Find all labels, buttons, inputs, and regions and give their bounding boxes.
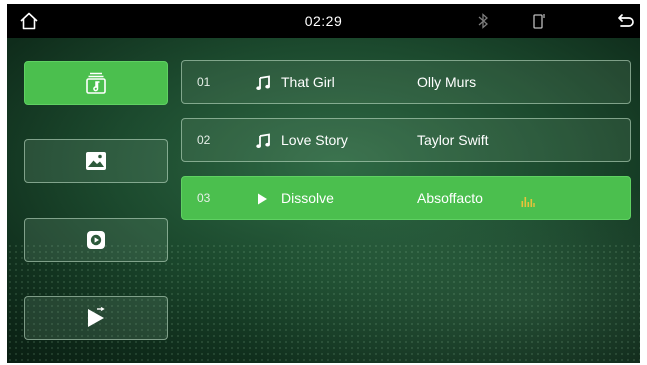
track-title: Love Story xyxy=(281,132,348,148)
media-player-screen: 02:29 01 That Girl Olly Murs 02 Love Sto… xyxy=(7,4,640,363)
back-arrow-icon[interactable] xyxy=(617,12,635,30)
track-row-2[interactable]: 02 Love Story Taylor Swift xyxy=(181,118,631,162)
track-number: 02 xyxy=(197,133,211,147)
equalizer-icon xyxy=(521,194,535,207)
music-note-icon xyxy=(256,133,270,149)
status-bar: 02:29 xyxy=(7,4,640,38)
phone-icon xyxy=(531,11,547,31)
track-row-1[interactable]: 01 That Girl Olly Murs xyxy=(181,60,631,104)
image-icon xyxy=(85,151,107,171)
track-artist: Olly Murs xyxy=(417,74,477,90)
video-play-icon xyxy=(86,230,106,250)
track-number: 03 xyxy=(197,191,211,205)
play-icon xyxy=(256,191,270,207)
track-artist: Absoffacto xyxy=(417,190,483,206)
track-number: 01 xyxy=(197,75,211,89)
track-title: That Girl xyxy=(281,74,335,90)
sidebar-item-bt-music[interactable] xyxy=(24,296,168,340)
sidebar-item-images[interactable] xyxy=(24,139,168,183)
music-note-icon xyxy=(256,75,270,91)
track-row-3[interactable]: 03 Dissolve Absoffacto xyxy=(181,176,631,220)
music-folder-icon xyxy=(85,71,107,95)
bluetooth-icon xyxy=(476,11,490,31)
track-title: Dissolve xyxy=(281,190,334,206)
sidebar-item-videos[interactable] xyxy=(24,218,168,262)
sidebar-item-music[interactable] xyxy=(24,61,168,105)
play-next-icon xyxy=(85,307,107,329)
track-artist: Taylor Swift xyxy=(417,132,489,148)
